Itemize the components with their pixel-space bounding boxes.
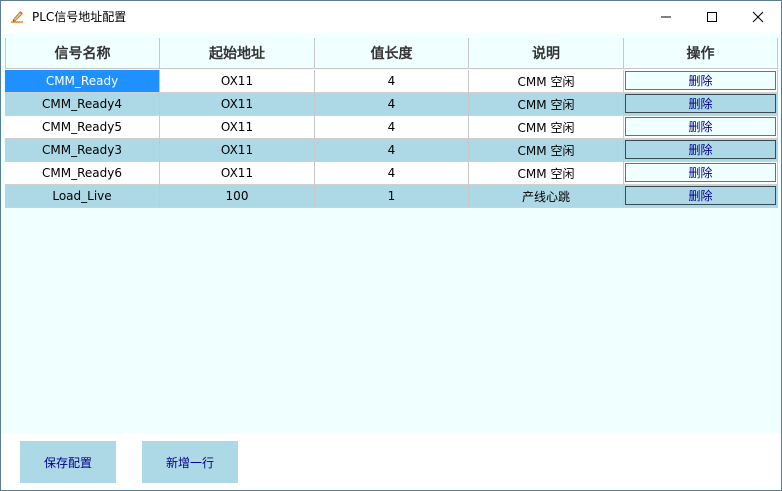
start-address-cell[interactable]: OX11 — [160, 139, 315, 162]
table-row[interactable]: CMM_Ready6 OX11 4 CMM 空闲 删除 — [5, 162, 778, 185]
description-cell[interactable]: CMM 空闲 — [469, 139, 624, 162]
delete-button[interactable]: 删除 — [625, 186, 776, 205]
signal-name-cell[interactable]: CMM_Ready — [5, 70, 160, 93]
value-length-cell[interactable]: 1 — [315, 185, 469, 208]
signal-table[interactable]: 信号名称 起始地址 值长度 说明 操作 CMM_Ready OX11 4 CMM… — [5, 38, 778, 433]
minimize-button[interactable] — [643, 1, 689, 33]
footer-bar: 保存配置 新增一行 — [1, 433, 781, 490]
signal-name-cell[interactable]: Load_Live — [5, 185, 160, 208]
column-header-value-length[interactable]: 值长度 — [315, 38, 469, 69]
column-header-start-address[interactable]: 起始地址 — [160, 38, 315, 69]
column-header-action[interactable]: 操作 — [624, 38, 778, 69]
pencil-edit-icon — [11, 11, 23, 23]
description-cell[interactable]: CMM 空闲 — [469, 70, 624, 93]
column-header-signal-name[interactable]: 信号名称 — [5, 38, 160, 69]
value-length-cell[interactable]: 4 — [315, 116, 469, 139]
value-length-cell[interactable]: 4 — [315, 139, 469, 162]
delete-button[interactable]: 删除 — [625, 117, 776, 136]
description-cell[interactable]: CMM 空闲 — [469, 162, 624, 185]
title-bar[interactable]: PLC信号地址配置 — [1, 1, 781, 34]
delete-button[interactable]: 删除 — [625, 140, 776, 159]
window-title: PLC信号地址配置 — [32, 10, 127, 24]
table-row[interactable]: CMM_Ready4 OX11 4 CMM 空闲 删除 — [5, 93, 778, 116]
start-address-cell[interactable]: OX11 — [160, 70, 315, 93]
column-header-description[interactable]: 说明 — [469, 38, 624, 69]
maximize-icon — [707, 12, 717, 22]
table-row[interactable]: CMM_Ready5 OX11 4 CMM 空闲 删除 — [5, 116, 778, 139]
signal-name-cell[interactable]: CMM_Ready4 — [5, 93, 160, 116]
signal-name-cell[interactable]: CMM_Ready6 — [5, 162, 160, 185]
start-address-cell[interactable]: OX11 — [160, 116, 315, 139]
description-cell[interactable]: 产线心跳 — [469, 185, 624, 208]
table-row[interactable]: CMM_Ready3 OX11 4 CMM 空闲 删除 — [5, 139, 778, 162]
delete-button[interactable]: 删除 — [625, 71, 776, 90]
table-row[interactable]: CMM_Ready OX11 4 CMM 空闲 删除 — [5, 70, 778, 93]
value-length-cell[interactable]: 4 — [315, 93, 469, 116]
description-cell[interactable]: CMM 空闲 — [469, 93, 624, 116]
close-icon — [752, 11, 764, 23]
start-address-cell[interactable]: 100 — [160, 185, 315, 208]
signal-name-cell[interactable]: CMM_Ready3 — [5, 139, 160, 162]
table-row[interactable]: Load_Live 100 1 产线心跳 删除 — [5, 185, 778, 208]
start-address-cell[interactable]: OX11 — [160, 93, 315, 116]
start-address-cell[interactable]: OX11 — [160, 162, 315, 185]
add-row-button[interactable]: 新增一行 — [142, 441, 238, 483]
delete-button[interactable]: 删除 — [625, 163, 776, 182]
value-length-cell[interactable]: 4 — [315, 162, 469, 185]
close-button[interactable] — [735, 1, 781, 33]
save-config-button[interactable]: 保存配置 — [20, 441, 116, 483]
delete-button[interactable]: 删除 — [625, 94, 776, 113]
minimize-icon — [661, 16, 671, 18]
description-cell[interactable]: CMM 空闲 — [469, 116, 624, 139]
signal-name-cell[interactable]: CMM_Ready5 — [5, 116, 160, 139]
maximize-button[interactable] — [689, 1, 735, 33]
app-window: PLC信号地址配置 信号名称 起始地址 值长度 说明 操作 CMM_Ready … — [0, 0, 782, 491]
value-length-cell[interactable]: 4 — [315, 70, 469, 93]
